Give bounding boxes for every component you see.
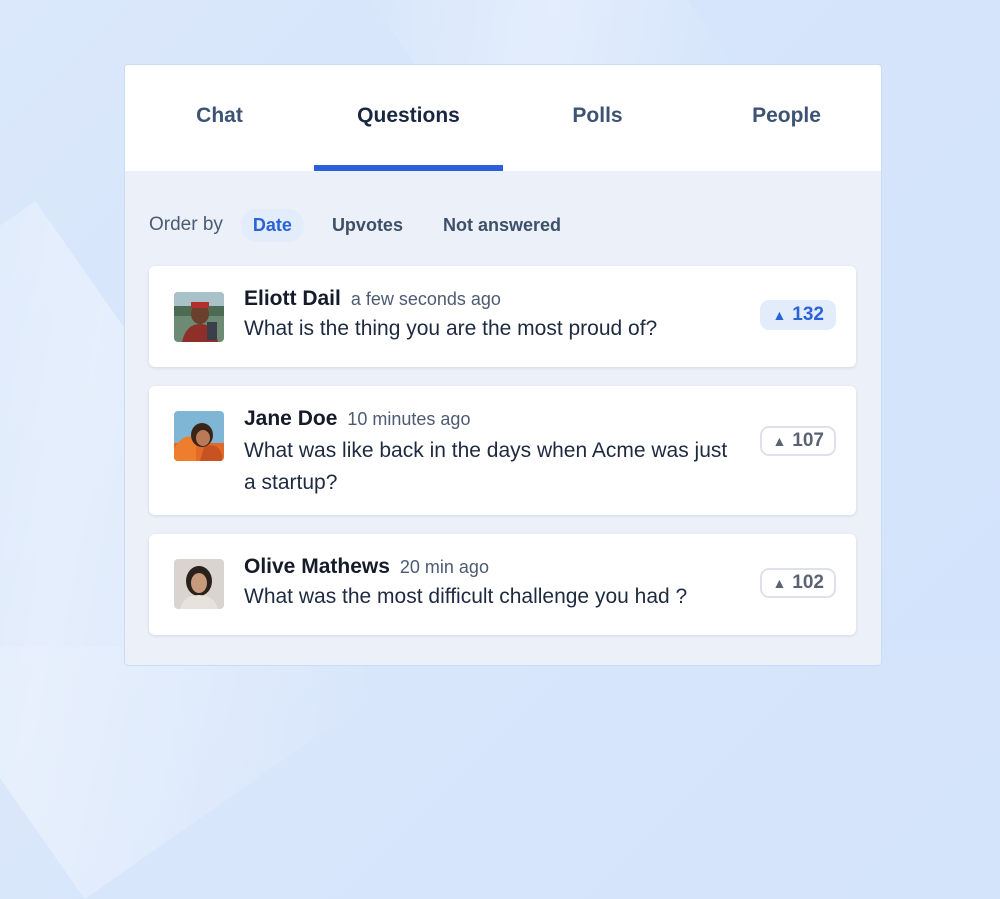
triangle-up-icon: ▲ xyxy=(772,575,787,591)
question-card: Olive Mathews 20 min ago What was the mos… xyxy=(149,534,856,635)
author-name: Olive Mathews xyxy=(244,555,390,578)
order-upvotes-button[interactable]: Upvotes xyxy=(320,209,415,242)
question-meta: Eliott Dail a few seconds ago xyxy=(244,287,501,311)
upvote-button[interactable]: ▲ 132 xyxy=(760,300,836,330)
upvote-count: 132 xyxy=(792,304,824,325)
avatar xyxy=(174,292,224,342)
question-meta: Olive Mathews 20 min ago xyxy=(244,555,489,579)
author-name: Jane Doe xyxy=(244,407,338,430)
tab-chat[interactable]: Chat xyxy=(125,65,314,169)
question-time: a few seconds ago xyxy=(350,289,501,309)
order-date-button[interactable]: Date xyxy=(240,208,304,242)
active-tab-indicator xyxy=(314,165,503,171)
avatar xyxy=(174,411,224,461)
triangle-up-icon: ▲ xyxy=(772,433,787,449)
question-time: 20 min ago xyxy=(399,557,489,577)
triangle-up-icon: ▲ xyxy=(772,307,787,323)
question-meta: Jane Doe 10 minutes ago xyxy=(244,407,470,431)
order-by-label: Order by xyxy=(149,214,223,235)
upvote-button[interactable]: ▲ 102 xyxy=(760,568,836,598)
upvote-count: 102 xyxy=(792,572,824,593)
tab-people[interactable]: People xyxy=(692,65,881,169)
upvote-button[interactable]: ▲ 107 xyxy=(760,426,836,456)
questions-panel: Chat Questions Polls People Order by Dat… xyxy=(124,64,882,666)
question-time: 10 minutes ago xyxy=(347,409,471,429)
author-name: Eliott Dail xyxy=(244,287,341,310)
tab-questions[interactable]: Questions xyxy=(314,65,503,169)
upvote-count: 107 xyxy=(792,430,824,451)
question-card: Jane Doe 10 minutes ago What was like bac… xyxy=(149,386,856,515)
tab-bar: Chat Questions Polls People xyxy=(125,65,881,171)
order-by-bar: Order by Date Upvotes Not answered xyxy=(125,199,881,251)
question-text: What is the thing you are the most proud… xyxy=(244,317,658,340)
order-not-answered-button[interactable]: Not answered xyxy=(431,209,573,242)
avatar xyxy=(174,559,224,609)
tab-polls[interactable]: Polls xyxy=(503,65,692,169)
question-card: Eliott Dail a few seconds ago What is the… xyxy=(149,266,856,367)
question-text: What was the most difficult challenge yo… xyxy=(244,585,688,608)
question-text: What was like back in the days when Acme… xyxy=(244,439,728,494)
